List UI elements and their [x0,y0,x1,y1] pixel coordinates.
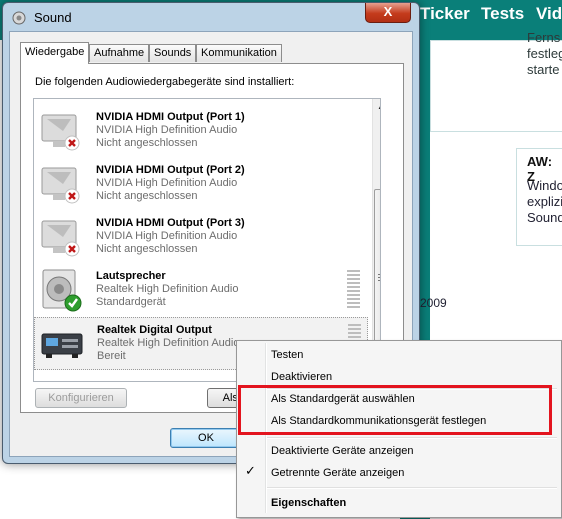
nav-link-tests[interactable]: Tests [481,4,524,24]
monitor-disconnected-icon [41,167,80,204]
close-button[interactable]: X [365,3,411,23]
digital-output-icon [41,333,83,358]
device-status: Bereit [97,350,126,362]
monitor-disconnected-icon [39,98,85,101]
device-driver: NVIDIA High Definition Audio [96,177,238,189]
device-item[interactable]: NVIDIA HDMI Output (Port 1) NVIDIA High … [34,105,368,158]
scroll-up-arrow-icon[interactable]: ▲ [373,99,380,115]
device-driver: NVIDIA High Definition Audio [96,230,238,242]
device-list-scrollbar[interactable]: ▲ [372,99,380,381]
device-driver: NVIDIA High Definition Audio [96,124,238,136]
website-snippet-text: Ferns festlege starte [527,30,562,77]
menu-item-test[interactable]: Testen [271,349,303,361]
menu-item-disable[interactable]: Deaktivieren [271,371,332,383]
speaker-default-icon [42,269,82,312]
device-name: NVIDIA HDMI Output (Port 2) [96,164,245,176]
device-status: Nicht angeschlossen [96,243,198,255]
monitor-disconnected-icon [41,220,80,257]
device-item[interactable]: NVIDIA HDMI Output (Port 2) NVIDIA High … [34,158,368,211]
menu-item-show-disconnected-devices[interactable]: Getrennte Geräte anzeigen [271,467,404,479]
device-item[interactable]: Lautsprecher Realtek High Definition Aud… [34,264,368,317]
device-name: NVIDIA HDMI Output (Port 3) [96,217,245,229]
checkmark-icon: ✓ [245,463,256,478]
tab-kommunikation[interactable]: Kommunikation [196,44,282,62]
device-status: Nicht angeschlossen [96,190,198,202]
nav-link-ticker[interactable]: Ticker [420,4,470,24]
window-title: Sound [34,10,72,25]
menu-separator [267,437,557,439]
monitor-disconnected-icon [41,114,80,151]
grip-icon [378,274,380,282]
speaker-app-icon [12,11,26,25]
nav-link-videos[interactable]: Vide [536,4,562,24]
website-post-text: Windo explizi Sound [527,178,562,225]
menu-item-show-disabled-devices[interactable]: Deaktivierte Geräte anzeigen [271,445,413,457]
intro-text: Die folgenden Audiowiedergabegeräte sind… [35,76,295,88]
annotation-highlight-box [238,385,552,435]
device-name: Lautsprecher [96,270,166,282]
tab-sounds[interactable]: Sounds [149,44,197,62]
device-status: Standardgerät [96,296,166,308]
volume-level-meter [347,270,360,310]
tab-wiedergabe[interactable]: Wiedergabe [20,42,90,64]
ok-button[interactable]: OK [170,428,242,448]
menu-separator [267,487,557,489]
device-driver: Realtek High Definition Audio [97,337,240,349]
menu-item-properties[interactable]: Eigenschaften [271,497,346,509]
device-name: Realtek Digital Output [97,324,212,336]
tab-aufnahme[interactable]: Aufnahme [89,44,150,62]
device-driver: Realtek High Definition Audio [96,283,239,295]
device-status: Nicht angeschlossen [96,137,198,149]
website-year-text: 2009 [420,296,447,310]
configure-button[interactable]: Konfigurieren [35,388,127,408]
device-name: NVIDIA HDMI Output (Port 1) [96,111,245,123]
device-item[interactable]: NVIDIA HDMI Output (Port 3) NVIDIA High … [34,211,368,264]
